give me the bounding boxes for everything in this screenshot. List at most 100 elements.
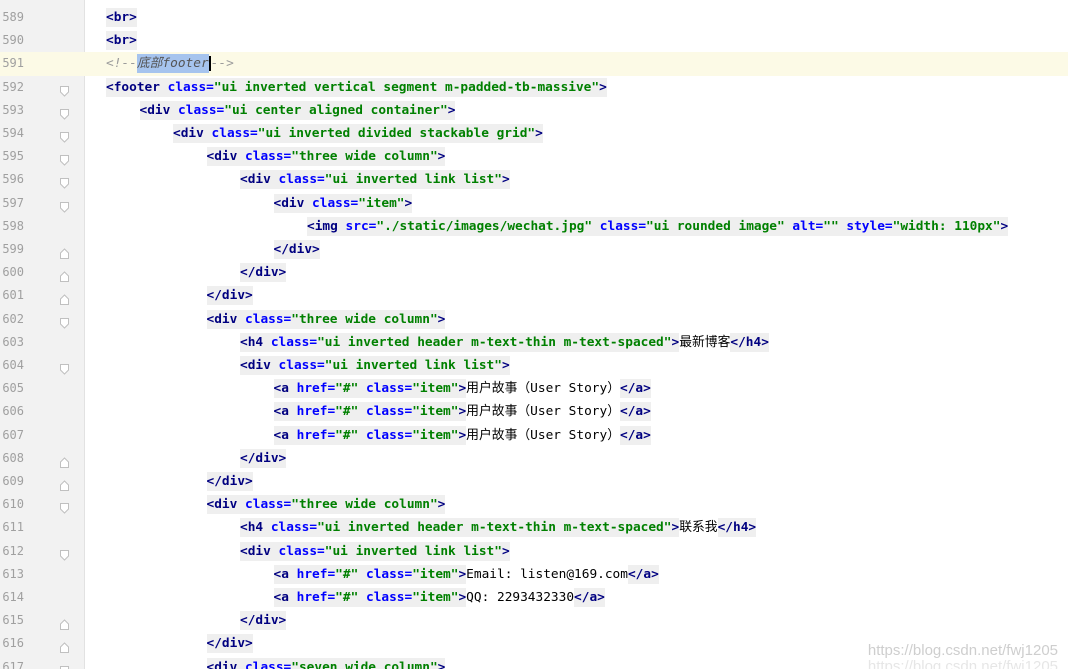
fold-collapse-icon[interactable] [60,546,69,561]
attribute-token: class= [592,216,647,236]
line-number: 604 [2,358,24,372]
code-line[interactable]: 607 <a href="#" class="item">用户故事（User St… [0,424,1068,447]
code-line[interactable]: 610 <div class="three wide column"> [0,493,1068,516]
tag-token: <a [273,402,297,422]
attribute-token: class= [278,170,325,190]
code-line[interactable]: 592 <footer class="ui inverted vertical s… [0,76,1068,99]
text-token: 联系我 [679,520,718,536]
code-line[interactable]: 593 <div class="ui center aligned contain… [0,99,1068,122]
attribute-token: href= [296,564,336,584]
code-text: <div class="seven wide column"> [206,656,446,669]
fold-collapse-icon[interactable] [60,662,69,669]
code-line[interactable]: 601 </div> [0,284,1068,307]
code-line[interactable]: 606 <a href="#" class="item">用户故事（User St… [0,400,1068,423]
attribute-token: class= [278,356,325,375]
attribute-token: class= [245,309,292,329]
attribute-token: href= [296,588,336,607]
code-line[interactable]: 608 </div> [0,447,1068,470]
fold-collapse-icon[interactable] [60,198,69,213]
code-line[interactable]: 597 <div class="item"> [0,192,1068,215]
code-area[interactable]: 589 <br> 590 <br> 591 <!--底部footer --> 592 <foot… [0,0,1068,669]
code-text: <!--底部footer --> [106,52,234,75]
code-line[interactable]: 602 <div class="three wide column"> [0,308,1068,331]
line-number: 608 [2,450,24,465]
fold-end-icon[interactable] [60,615,69,631]
tag-token: > [501,356,510,375]
tag-token: <div [240,356,279,375]
code-text: <div class="ui center aligned container"… [139,99,456,122]
fold-end-icon[interactable] [60,453,69,468]
code-line[interactable]: 598 <img src="./static/images/wechat.jpg"… [0,215,1068,238]
string-token: "#" [335,402,359,422]
code-text: <a href="#" class="item">用户故事（User Story… [273,377,651,400]
attribute-token: href= [296,402,336,422]
string-token: "item" [412,425,459,445]
string-token: "#" [335,379,359,399]
line-number: 597 [2,195,24,210]
code-line[interactable]: 591 <!--底部footer --> [0,52,1068,76]
line-number: 615 [2,613,24,628]
fold-collapse-icon[interactable] [60,174,69,190]
code-line[interactable]: 603 <h4 class="ui inverted header m-text-… [0,331,1068,354]
tag-token: </div> [206,472,253,491]
code-text: </div> [206,284,253,307]
code-line[interactable]: 614 <a href="#" class="item">QQ: 22934323… [0,586,1068,609]
tag-token: </a> [627,564,659,584]
tag-token: <a [273,588,297,607]
code-line[interactable]: 612 <div class="ui inverted link list"> [0,540,1068,563]
fold-end-icon[interactable] [60,476,69,491]
code-line[interactable]: 595 <div class="three wide column"> [0,145,1068,168]
attribute-token: class= [358,564,413,584]
string-token: "ui rounded image" [646,216,785,236]
code-line[interactable]: 596 <div class="ui inverted link list"> [0,168,1068,191]
line-number: 607 [2,427,24,442]
code-line[interactable]: 600 </div> [0,261,1068,284]
fold-collapse-icon[interactable] [60,360,69,375]
text-token: QQ: 2293432330 [466,590,575,605]
fold-end-icon[interactable] [60,267,69,283]
code-line[interactable]: 615 </div> [0,609,1068,632]
code-text: <img src="./static/images/wechat.jpg" cl… [307,215,1009,238]
line-number: 600 [2,265,24,280]
code-text: <div class="ui inverted link list"> [240,540,510,563]
tag-token: <div [173,124,212,143]
line-number: 595 [2,149,24,164]
code-line[interactable]: 604 <div class="ui inverted link list"> [0,354,1068,377]
code-line[interactable]: 599 </div> [0,238,1068,261]
fold-collapse-icon[interactable] [60,128,69,143]
string-token: "ui inverted link list" [324,541,502,561]
line-number: 593 [2,102,24,117]
tag-token: </h4> [730,332,769,352]
tag-token: > [458,402,467,422]
fold-collapse-icon[interactable] [60,82,69,97]
code-text: <br> [106,6,137,29]
comment-token: --> [210,56,234,72]
code-line[interactable]: 611 <h4 class="ui inverted header m-text-… [0,516,1068,539]
code-line[interactable]: 609 </div> [0,470,1068,493]
code-line[interactable]: 590 <br> [0,29,1068,52]
fold-end-icon[interactable] [60,290,69,306]
fold-collapse-icon[interactable] [60,105,69,120]
line-number: 601 [2,288,24,303]
fold-collapse-icon[interactable] [60,499,69,514]
tag-token: <div [206,147,246,167]
code-editor[interactable]: 589 <br> 590 <br> 591 <!--底部footer --> 592 <foot… [0,0,1068,669]
string-token: "item" [412,588,459,607]
code-line[interactable]: 589 <br> [0,6,1068,29]
tag-token: </a> [620,379,651,399]
line-number: 610 [2,497,24,512]
fold-end-icon[interactable] [60,638,69,654]
string-token: "item" [358,193,405,213]
code-line[interactable]: 594 <div class="ui inverted divided stack… [0,122,1068,145]
string-token: "#" [335,588,359,607]
tag-token: <div [206,657,246,669]
fold-end-icon[interactable] [60,244,69,259]
code-line[interactable]: 613 <a href="#" class="item">Email: liste… [0,563,1068,586]
fold-collapse-icon[interactable] [60,314,69,329]
code-text: <div class="three wide column"> [206,493,446,516]
code-text: </div> [273,238,320,261]
line-number: 596 [2,172,24,187]
line-number: 614 [2,590,24,604]
fold-collapse-icon[interactable] [60,151,69,166]
code-line[interactable]: 605 <a href="#" class="item">用户故事（User St… [0,377,1068,400]
